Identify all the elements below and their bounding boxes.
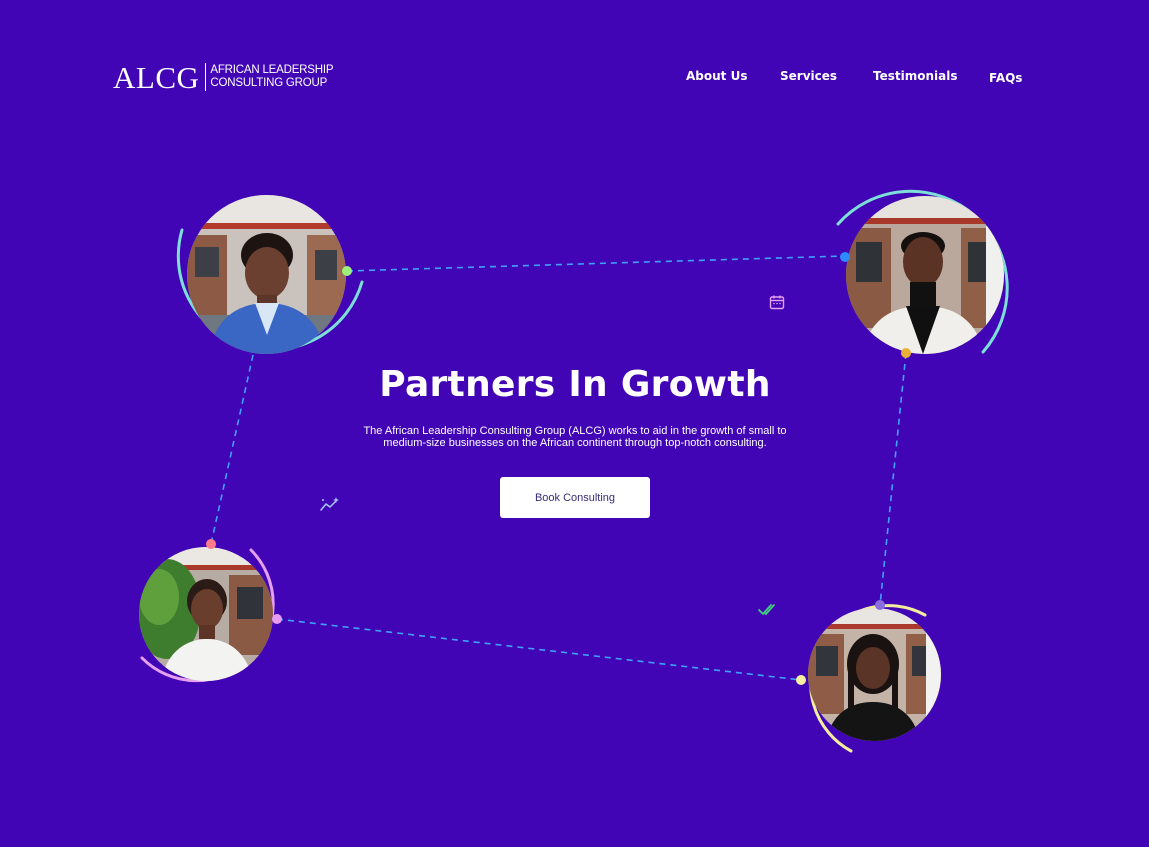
double-check-icon: [758, 602, 778, 621]
hero-description: The African Leadership Consulting Group …: [363, 425, 787, 449]
landing-page: ALCG AFRICAN LEADERSHIP CONSULTING GROUP…: [0, 0, 1149, 847]
avatar-top-right: [846, 196, 1004, 354]
avatar-bottom-right: [808, 608, 941, 741]
person-photo: [846, 196, 1004, 354]
avatar-top-left: [187, 195, 346, 354]
person-photo: [187, 195, 346, 354]
person-photo: [139, 547, 273, 681]
connector-left: [210, 354, 254, 545]
connection-graphic: [140, 189, 1009, 753]
connector-top: [346, 255, 846, 272]
calendar-icon: [769, 294, 785, 315]
person-photo: [808, 608, 941, 741]
connector-right: [879, 352, 907, 606]
connector-bottom: [276, 618, 802, 681]
avatar-bottom-left: [139, 547, 273, 681]
sparkle-trend-icon: [320, 496, 340, 517]
book-consulting-button[interactable]: Book Consulting: [500, 477, 650, 518]
hero-title: Partners In Growth: [379, 364, 771, 405]
